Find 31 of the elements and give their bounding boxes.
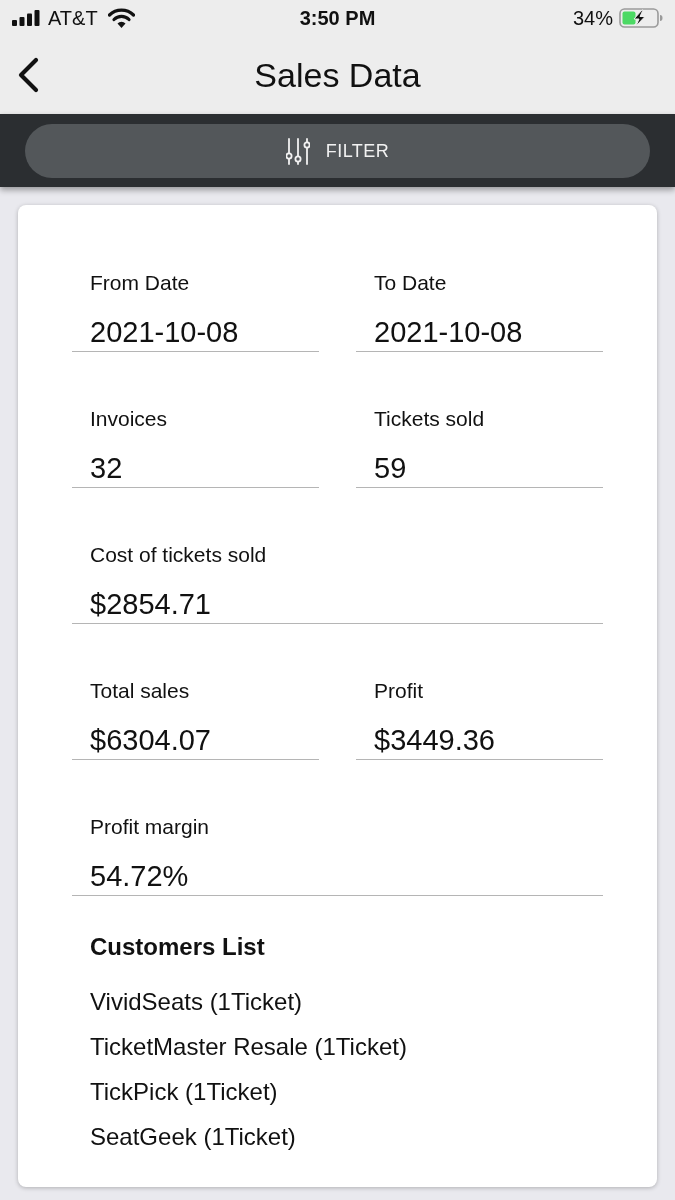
battery-percentage: 34% [572, 6, 613, 30]
field-label: To Date [373, 271, 448, 295]
filter-button[interactable]: FILTER [25, 124, 650, 178]
page-title: Sales Data [254, 55, 421, 95]
battery-charging-icon [619, 8, 663, 28]
text-field[interactable]: $3449.36 [356, 723, 603, 760]
text-field[interactable]: 2021-10-08 [72, 315, 319, 352]
chevron-left-icon [16, 57, 40, 93]
text-field[interactable]: $2854.71 [72, 587, 603, 624]
customer-item: VividSeats (1Ticket) [90, 987, 304, 1017]
text-field[interactable]: 32 [72, 451, 319, 488]
field-label: Tickets sold [373, 407, 486, 431]
field-label: From Date [89, 271, 191, 295]
section-heading: Customers List [90, 933, 266, 961]
customer-item: SeatGeek (1Ticket) [90, 1122, 297, 1152]
text-field[interactable]: $6304.07 [72, 723, 319, 760]
customer-item: TicketMaster Resale (1Ticket) [90, 1032, 408, 1062]
field-label: Profit [373, 679, 424, 703]
customer-item: TickPick (1Ticket) [90, 1077, 279, 1107]
carrier-name: AT&T [48, 6, 98, 30]
text-field[interactable]: 54.72% [72, 859, 603, 896]
field-label: Total sales [89, 679, 191, 703]
signal-icon [12, 10, 40, 26]
text-field[interactable]: 2021-10-08 [356, 315, 603, 352]
field-label: Profit margin [89, 815, 211, 839]
field-label: Invoices [89, 407, 169, 431]
text-field[interactable]: 59 [356, 451, 603, 488]
wifi-icon [107, 8, 135, 28]
sliders-icon [285, 137, 310, 165]
field-label: Cost of tickets sold [89, 543, 268, 567]
status-time: 3:50 PM [299, 6, 376, 30]
